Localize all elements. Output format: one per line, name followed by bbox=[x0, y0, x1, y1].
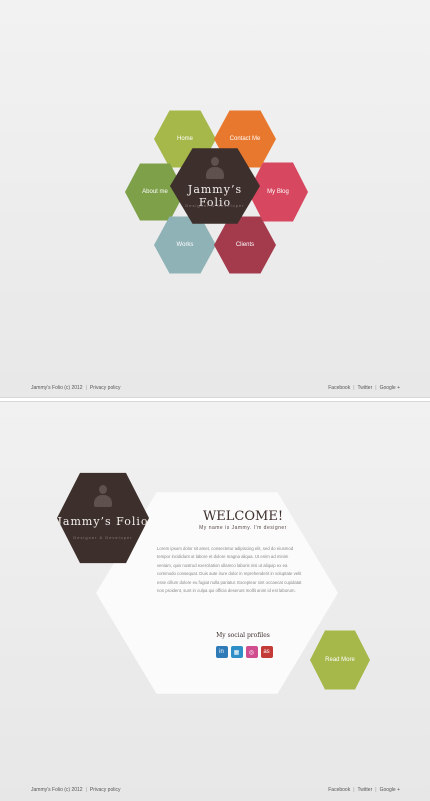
welcome-title: WELCOME! bbox=[202, 509, 284, 524]
user-avatar-icon bbox=[94, 485, 112, 507]
dribbble-icon[interactable]: ◎ bbox=[245, 646, 258, 658]
google-plus-link[interactable]: Google + bbox=[380, 385, 400, 391]
copyright: Jammy’s Folio (c) 2012 bbox=[31, 385, 83, 391]
delicious-icon[interactable]: ▦ bbox=[230, 646, 243, 658]
social-title: My social profiles bbox=[216, 632, 270, 639]
facebook-link[interactable]: Facebook bbox=[328, 385, 350, 391]
logo-subtitle: Designer & Developer bbox=[73, 535, 133, 540]
user-avatar-icon bbox=[206, 157, 224, 179]
privacy-link[interactable]: Privacy policy bbox=[90, 787, 121, 793]
lastfm-icon[interactable]: as bbox=[260, 646, 273, 658]
footer-bottom: Jammy’s Folio (c) 2012 | Privacy policy Fa… bbox=[31, 787, 400, 793]
nav-my-blog[interactable]: My Blog bbox=[248, 162, 308, 222]
social-icons: in ▦ ◎ as bbox=[202, 646, 286, 658]
logo-subtitle: Designer & Developer bbox=[185, 203, 245, 208]
footer-top: Jammy’s Folio (c) 2012 | Privacy policy Fa… bbox=[31, 385, 400, 391]
linkedin-icon[interactable]: in bbox=[215, 646, 228, 658]
twitter-link[interactable]: Twitter bbox=[358, 787, 373, 793]
privacy-link[interactable]: Privacy policy bbox=[90, 385, 121, 391]
copyright: Jammy’s Folio (c) 2012 bbox=[31, 787, 83, 793]
intro-line: My name is Jammy. I’m designer bbox=[199, 525, 287, 531]
twitter-link[interactable]: Twitter bbox=[358, 385, 373, 391]
logo-title: Jammy’s Folio bbox=[57, 515, 149, 528]
about-text: Lorem ipsum dolor sit amet, consectetur … bbox=[157, 546, 302, 594]
google-plus-link[interactable]: Google + bbox=[380, 787, 400, 793]
facebook-link[interactable]: Facebook bbox=[328, 787, 350, 793]
top-panel: Home Contact Me About me My Blog Works C… bbox=[0, 0, 430, 397]
